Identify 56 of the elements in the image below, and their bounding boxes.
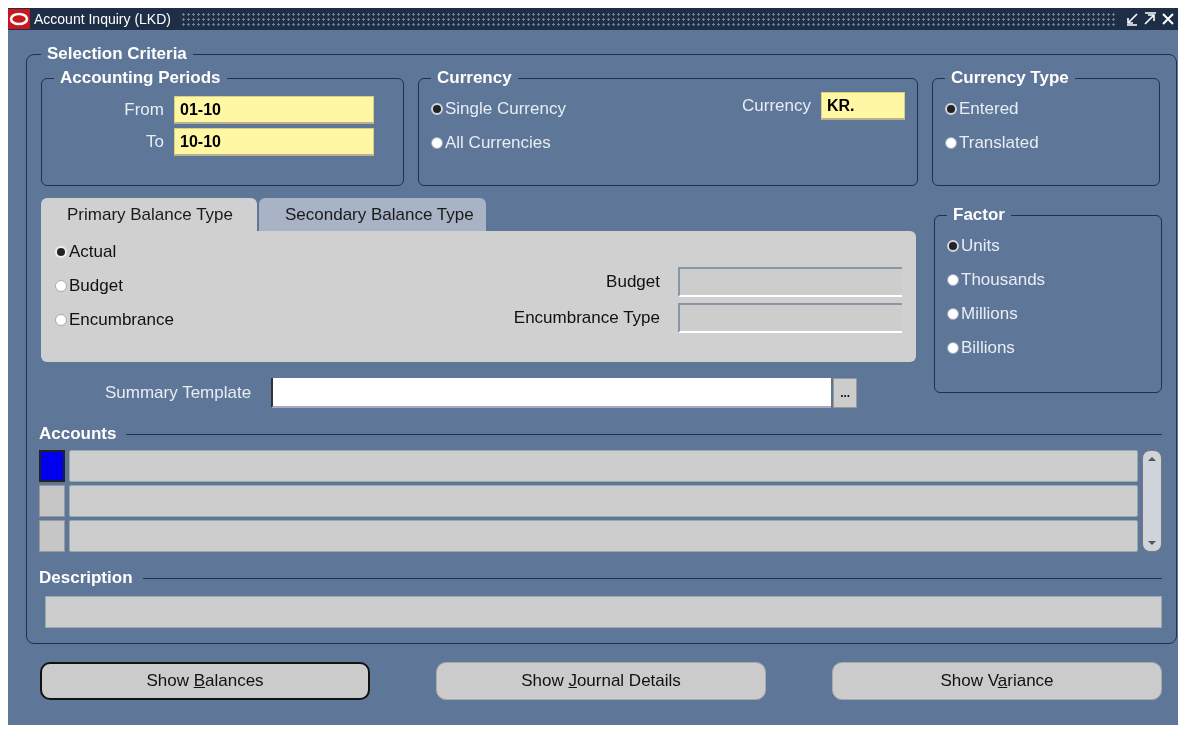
radio-button[interactable]: [947, 308, 959, 320]
window-title: Account Inquiry (LKD): [34, 11, 171, 27]
field-label: To: [145, 132, 164, 152]
account-field[interactable]: [69, 450, 1138, 482]
group-title: Currency Type: [950, 68, 1070, 88]
summary-template-field[interactable]: [271, 378, 832, 408]
field-label: Encumbrance Type: [513, 308, 660, 328]
account-field[interactable]: [69, 520, 1138, 552]
option-label: Translated: [959, 133, 1039, 153]
group-title: Currency: [436, 68, 513, 88]
field-label: Currency: [742, 96, 811, 116]
tab[interactable]: Secondary Balance Type: [259, 198, 486, 231]
radio-button[interactable]: [945, 137, 957, 149]
radio-button[interactable]: [945, 103, 957, 115]
field-label: Summary Template: [105, 383, 252, 403]
option-label: Encumbrance: [69, 310, 174, 330]
radio-button[interactable]: [431, 137, 443, 149]
action-button[interactable]: Show Variance: [832, 662, 1162, 700]
option-label: All Currencies: [445, 133, 551, 153]
period-field[interactable]: 10-10: [174, 128, 374, 156]
logo-icon: [8, 9, 30, 29]
field-label: Budget: [606, 272, 660, 292]
account-field[interactable]: [69, 485, 1138, 517]
minimize-icon[interactable]: [1125, 12, 1139, 26]
radio-button[interactable]: [55, 280, 67, 292]
group-title: Accounting Periods: [59, 68, 222, 88]
group-title: Factor: [952, 205, 1006, 225]
radio-button[interactable]: [431, 103, 443, 115]
group-title: Selection Criteria: [46, 44, 188, 64]
scroll-down-icon[interactable]: [1147, 539, 1157, 547]
field-label: From: [123, 100, 164, 120]
maximize-icon[interactable]: [1143, 12, 1157, 26]
option-label: Entered: [959, 99, 1019, 119]
radio-button[interactable]: [55, 314, 67, 326]
close-icon[interactable]: [1161, 12, 1175, 26]
section-title: Description: [38, 568, 134, 588]
option-label: Single Currency: [445, 99, 566, 119]
scrollbar[interactable]: [1142, 450, 1162, 552]
scroll-up-icon[interactable]: [1147, 455, 1157, 463]
action-button[interactable]: Show Balances: [40, 662, 370, 700]
option-label: Billions: [961, 338, 1015, 358]
option-label: Units: [961, 236, 1000, 256]
radio-button[interactable]: [947, 342, 959, 354]
option-label: Thousands: [961, 270, 1046, 290]
list-of-values-button[interactable]: ...: [833, 378, 858, 408]
radio-button[interactable]: [947, 240, 959, 252]
period-field[interactable]: 01-10: [174, 96, 374, 124]
section-title: Accounts: [38, 424, 118, 444]
description-field[interactable]: [45, 596, 1162, 628]
option-label: Actual: [69, 242, 117, 262]
action-button[interactable]: Show Journal Details: [436, 662, 766, 700]
option-label: Budget: [69, 276, 123, 296]
tab[interactable]: Primary Balance Type: [41, 198, 257, 231]
currency-field[interactable]: KR.: [821, 92, 905, 120]
option-label: Millions: [961, 304, 1018, 324]
radio-button[interactable]: [947, 274, 959, 286]
